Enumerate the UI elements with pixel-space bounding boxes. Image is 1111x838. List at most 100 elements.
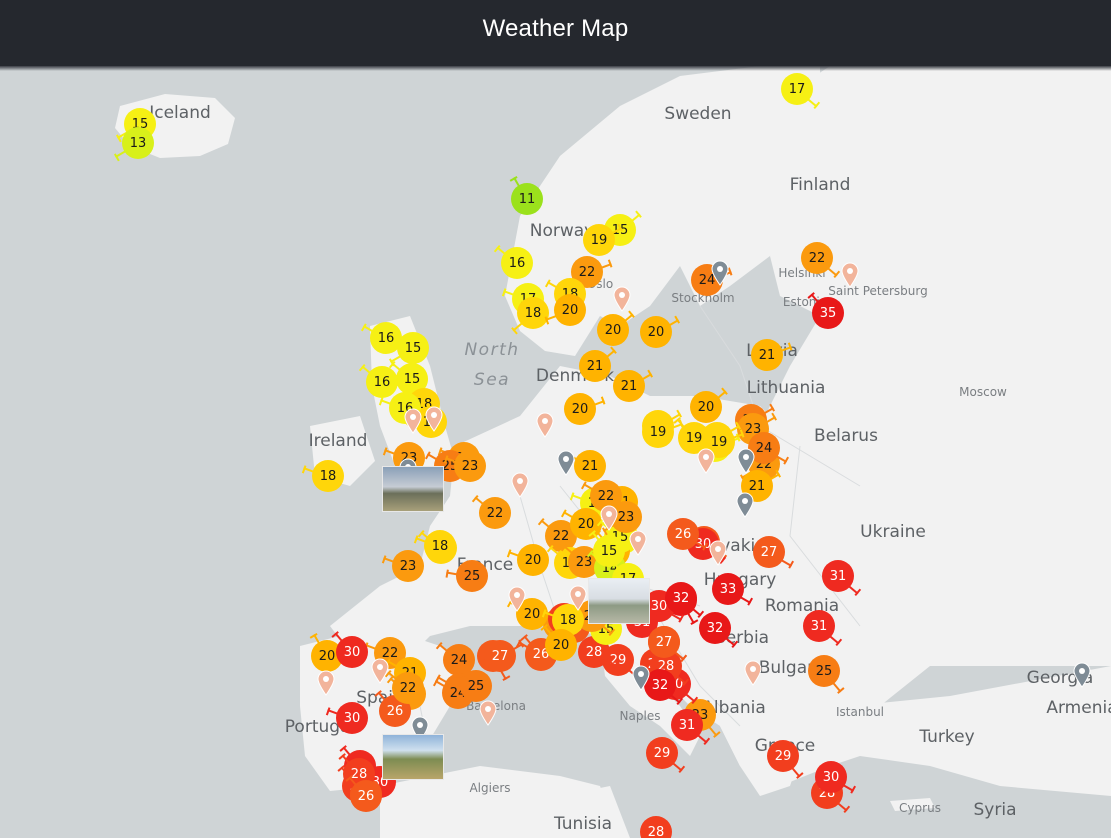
station-temperature: 21 [758,347,776,363]
station-marker[interactable]: 16 [496,246,533,279]
station-temperature: 26 [357,788,375,804]
station-marker[interactable]: 25 [455,669,492,702]
location-pin-icon[interactable] [404,408,422,434]
station-temperature: 30 [822,769,840,785]
station-marker[interactable]: 18 [415,530,456,562]
station-marker[interactable]: 21 [613,370,653,402]
station-marker[interactable]: 29 [767,740,801,778]
station-marker[interactable]: 22 [474,496,511,529]
location-pin-icon[interactable] [425,406,443,432]
station-marker[interactable]: 22 [387,671,424,704]
location-pin-icon[interactable] [536,412,554,438]
country-label-iceland: Iceland [149,103,211,123]
station-marker[interactable]: 27 [753,536,793,568]
station-marker[interactable]: 15 [389,332,429,364]
map-basemap [115,66,1111,838]
station-marker[interactable]: 18 [303,460,344,492]
station-marker[interactable]: 26 [348,776,382,812]
station-marker[interactable]: 19 [583,224,623,256]
station-temperature: 23 [399,558,417,574]
location-pin-icon[interactable] [711,260,729,286]
station-marker[interactable]: 17 [781,73,818,108]
station-marker[interactable]: 22 [801,242,838,277]
station-temperature: 27 [655,634,673,650]
station-marker[interactable]: 23 [383,550,424,582]
station-temperature: 27 [760,544,778,560]
station-temperature: 21 [581,458,599,474]
station-temperature: 18 [559,612,577,628]
location-pin-icon[interactable] [697,448,715,474]
location-pin-icon[interactable] [632,665,650,691]
location-pin-icon[interactable] [508,586,526,612]
station-marker[interactable]: 27 [484,640,524,672]
station-marker[interactable]: 32 [665,582,702,617]
location-pin-icon[interactable] [479,700,497,726]
station-temperature: 22 [578,264,596,280]
location-pin-icon[interactable] [511,472,529,498]
station-temperature: 28 [585,644,603,660]
station-marker[interactable]: 29 [646,737,683,772]
station-marker[interactable]: 33 [712,573,752,605]
location-pin-icon[interactable] [841,262,859,288]
station-marker[interactable]: 35 [810,293,844,329]
location-pin-icon[interactable] [371,658,389,684]
location-pin-icon[interactable] [600,505,618,531]
webcam-thumbnail[interactable] [382,466,444,512]
location-pin-icon[interactable] [613,286,631,312]
station-temperature: 22 [597,488,615,504]
station-marker[interactable]: 20 [508,544,549,576]
station-temperature: 27 [491,648,509,664]
station-marker[interactable]: 11 [511,176,543,215]
station-marker[interactable]: 18 [512,297,549,332]
station-marker[interactable]: 20 [690,390,727,423]
station-marker[interactable]: 20 [545,294,586,326]
location-pin-icon[interactable] [1073,662,1091,688]
webcam-thumbnail[interactable] [588,578,650,624]
station-marker[interactable]: 30 [327,702,368,734]
location-pin-icon[interactable] [736,492,754,518]
country-label-armenia: Armenia [1046,698,1111,718]
location-pin-icon[interactable] [629,530,647,556]
station-marker[interactable]: 21 [566,450,606,482]
station-marker[interactable]: 15 [591,531,625,567]
station-temperature: 20 [561,302,579,318]
station-marker[interactable]: 31 [671,709,708,744]
station-marker[interactable]: 32 [699,612,736,647]
station-marker[interactable]: 13 [114,127,154,159]
location-pin-icon[interactable] [709,540,727,566]
station-marker[interactable]: 20 [640,316,680,348]
country-label-turkey: Turkey [919,727,975,747]
station-temperature: 31 [810,618,828,634]
station-marker[interactable]: 23 [445,450,486,482]
station-marker[interactable]: 20 [597,313,634,346]
station-marker[interactable]: 30 [334,632,368,668]
location-pin-icon[interactable] [737,448,755,474]
sea-label-north-sea: North Sea [464,340,520,390]
station-marker[interactable]: 20 [562,508,602,540]
country-label-lithuania: Lithuania [746,378,826,398]
station-marker[interactable]: 30 [815,761,855,793]
webcam-thumbnail[interactable] [382,734,444,780]
station-marker[interactable]: 16 [361,365,398,398]
station-marker[interactable]: 20 [564,393,605,425]
station-marker[interactable]: 27 [648,626,685,661]
location-pin-icon[interactable] [557,450,575,476]
station-temperature: 29 [774,748,792,764]
station-marker[interactable]: 21 [751,339,792,371]
city-label-naples: Naples [619,709,661,723]
station-temperature: 20 [697,399,715,415]
location-pin-icon[interactable] [744,660,762,686]
station-marker[interactable]: 25 [808,655,842,693]
location-pin-icon[interactable] [569,585,587,611]
station-marker[interactable]: 25 [446,560,488,592]
station-marker[interactable]: 20 [543,625,577,661]
country-label-ukraine: Ukraine [860,522,926,542]
station-marker[interactable]: 19 [642,416,683,448]
station-marker[interactable]: 26 [667,518,707,550]
station-temperature: 22 [808,250,826,266]
station-marker[interactable]: 31 [822,560,859,595]
location-pin-icon[interactable] [317,670,335,696]
station-marker[interactable]: 21 [579,349,616,382]
station-marker[interactable]: 31 [803,610,840,645]
weather-map[interactable]: Iceland Sweden Finland Norway Denmark Ireland… [0,66,1111,838]
